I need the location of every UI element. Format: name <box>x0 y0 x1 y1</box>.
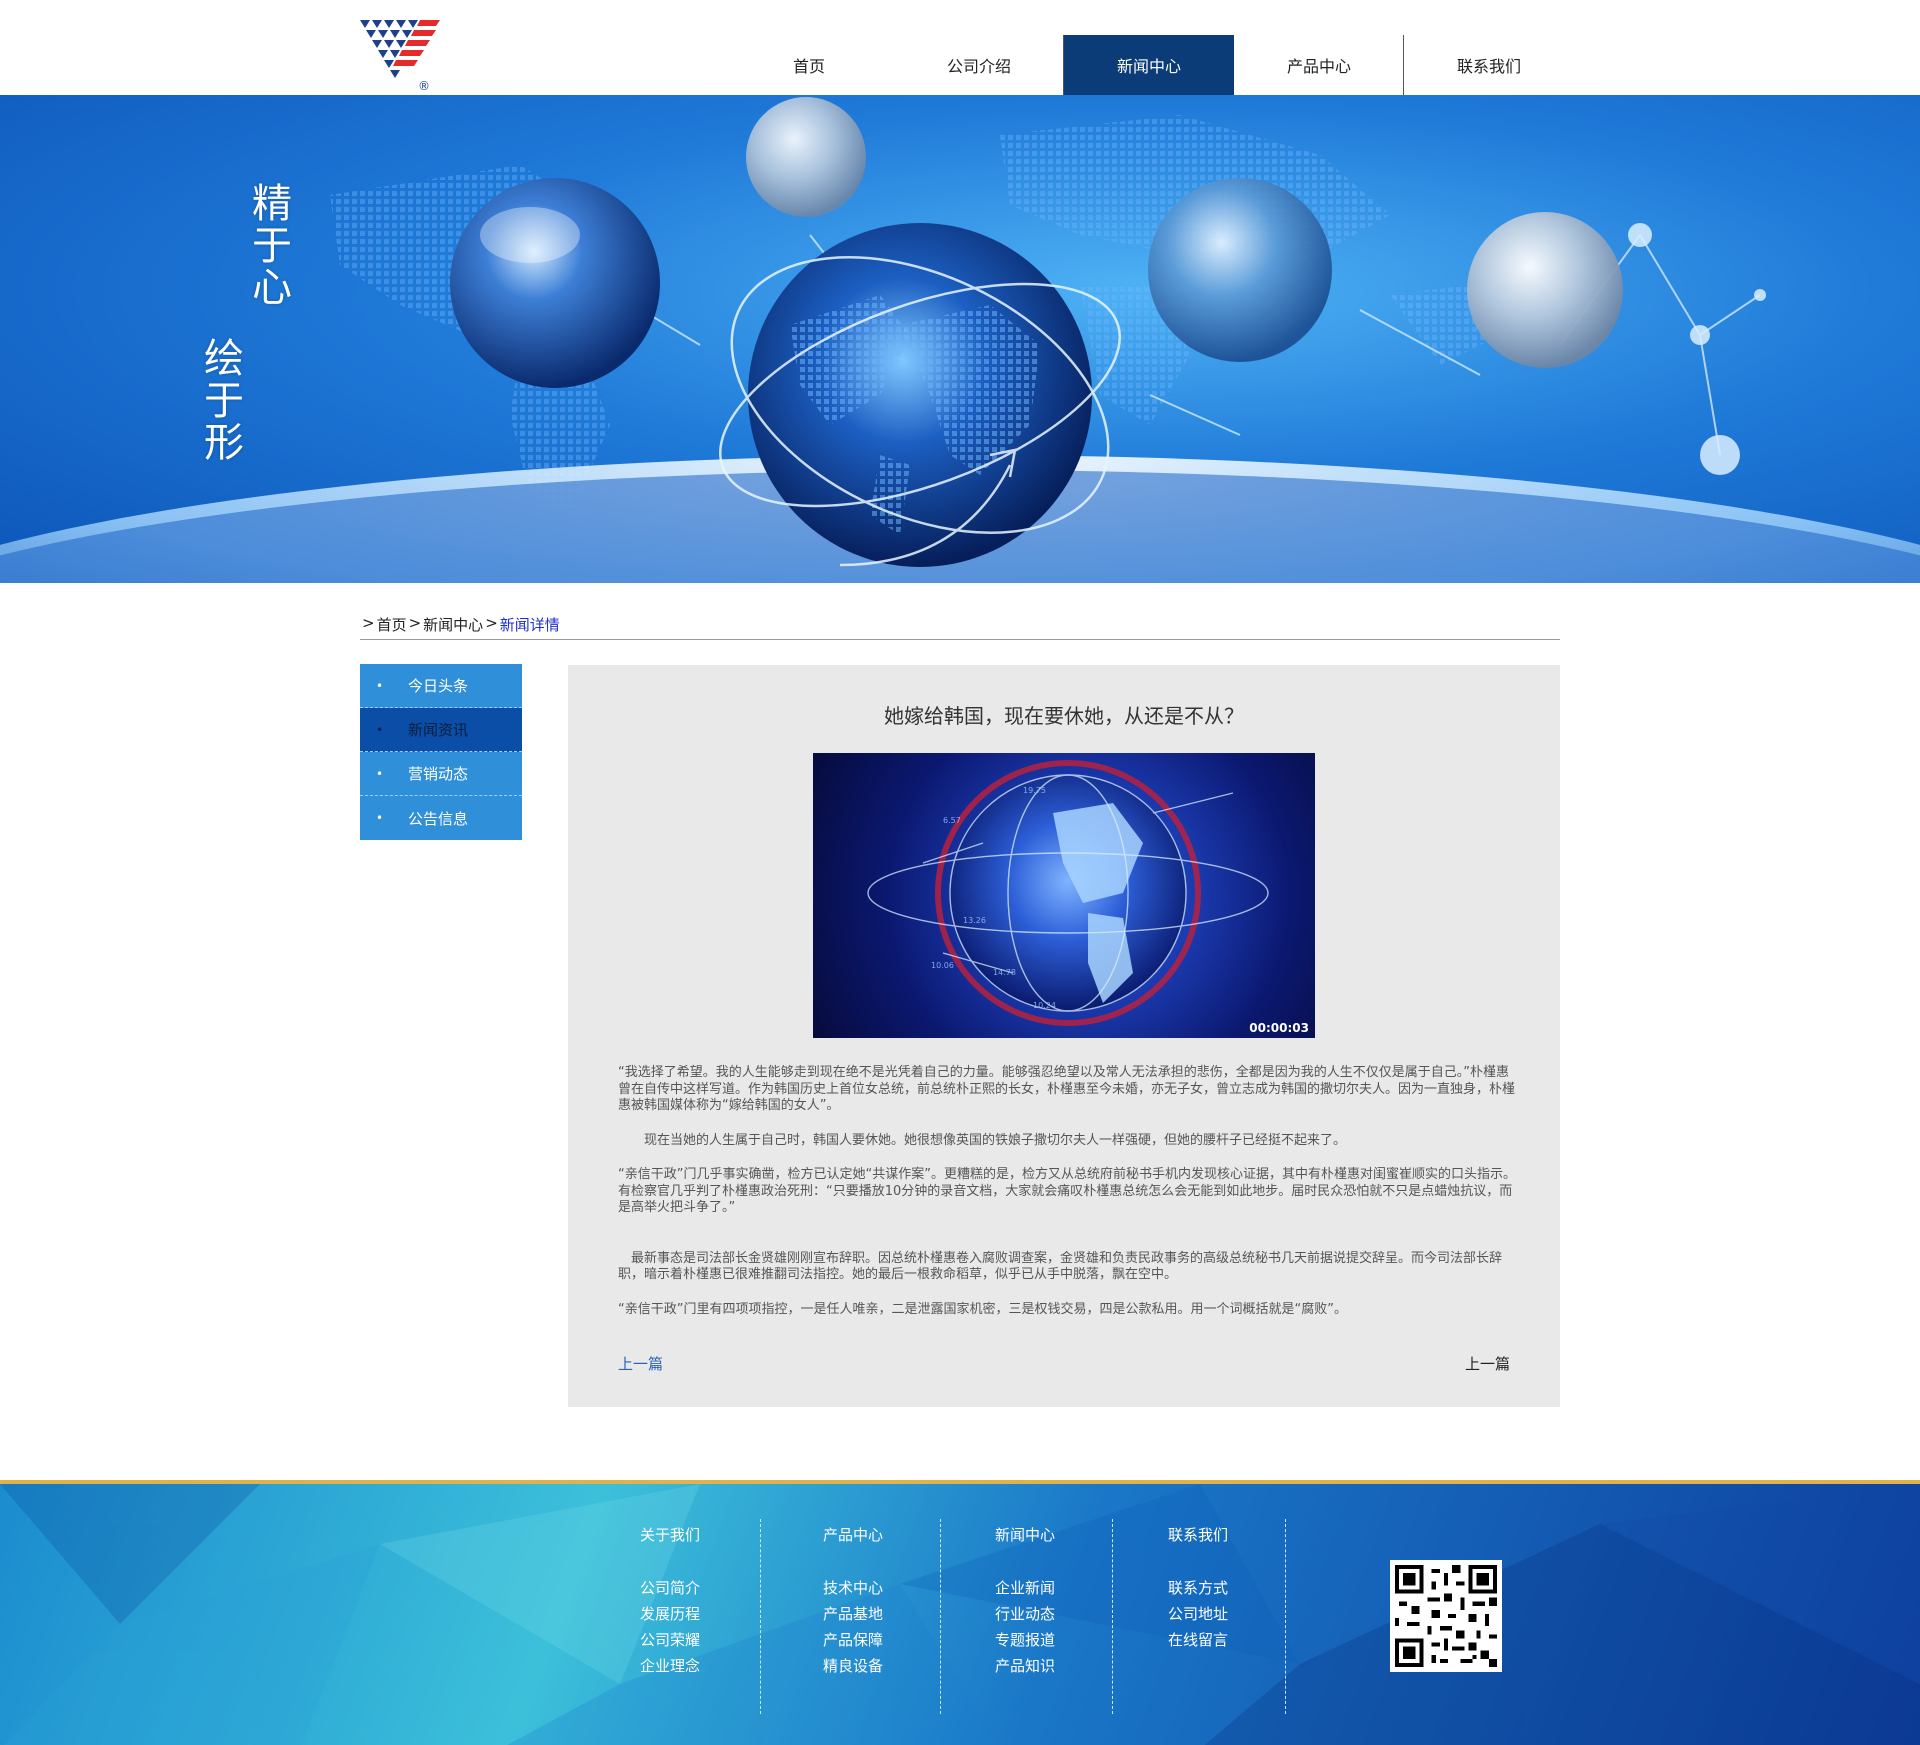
sidebar-item-announcements[interactable]: • 公告信息 <box>360 796 522 840</box>
breadcrumb-separator: > <box>485 614 498 632</box>
article-paragraph: “亲信干政”门里有四项项指控，一是任人唯亲，二是泄露国家机密，三是权钱交易，四是… <box>618 1301 1347 1317</box>
footer-link[interactable]: 公司荣耀 <box>640 1627 810 1653</box>
footer-column-news: 新闻中心 企业新闻 行业动态 专题报道 产品知识 <box>995 1524 1165 1679</box>
banner-slogan-1: 精于心 <box>252 181 292 311</box>
footer-link[interactable]: 企业新闻 <box>995 1575 1165 1601</box>
sidebar-item-label: 今日头条 <box>408 677 469 695</box>
banner-slogan-2: 绘于形 <box>204 336 244 466</box>
footer-link[interactable]: 发展历程 <box>640 1601 810 1627</box>
footer-divider <box>1112 1519 1113 1714</box>
company-logo[interactable]: ® <box>360 18 442 96</box>
footer-link[interactable]: 技术中心 <box>823 1575 993 1601</box>
article-title: 她嫁给韩国，现在要休她，从还是不从？ <box>884 704 1244 728</box>
footer-column-contact: 联系我们 联系方式 公司地址 在线留言 <box>1168 1524 1338 1653</box>
nav-news-center[interactable]: 新闻中心 <box>1064 35 1234 95</box>
footer-divider <box>940 1519 941 1714</box>
svg-text:®: ® <box>418 79 430 93</box>
bullet-icon: • <box>376 811 384 825</box>
footer-divider <box>760 1519 761 1714</box>
svg-text:14.78: 14.78 <box>993 968 1016 977</box>
svg-text:13.26: 13.26 <box>963 916 986 925</box>
footer-link[interactable]: 产品知识 <box>995 1653 1165 1679</box>
next-article-link[interactable]: 上一篇 <box>1465 1353 1510 1374</box>
globe-illustration: 6.57 19.75 13.26 10.06 14.78 10.24 <box>867 760 1269 1026</box>
footer-divider <box>1285 1519 1286 1714</box>
footer-link[interactable]: 行业动态 <box>995 1601 1165 1627</box>
sidebar-item-headlines[interactable]: • 今日头条 <box>360 664 522 708</box>
video-timestamp: 00:00:03 <box>1249 1021 1309 1035</box>
svg-text:19.75: 19.75 <box>1023 786 1046 795</box>
footer-link[interactable]: 联系方式 <box>1168 1575 1338 1601</box>
article-paragraph: “亲信干政”门几乎事实确凿，检方已认定她“共谋作案”。更糟糕的是，检方又从总统府… <box>618 1167 1516 1215</box>
sidebar-item-news[interactable]: • 新闻资讯 <box>360 708 522 752</box>
article-image: 6.57 19.75 13.26 10.06 14.78 10.24 00:00:03 <box>813 753 1315 1038</box>
breadcrumb-home[interactable]: 首页 <box>377 614 407 635</box>
breadcrumb-separator: > <box>362 614 375 632</box>
footer-link[interactable]: 专题报道 <box>995 1627 1165 1653</box>
prev-article-link[interactable]: 上一篇 <box>618 1353 663 1374</box>
bullet-icon: • <box>376 678 384 693</box>
svg-text:10.06: 10.06 <box>931 961 954 970</box>
footer-column-title[interactable]: 联系我们 <box>1168 1524 1338 1545</box>
breadcrumb-current: 新闻详情 <box>499 616 560 634</box>
footer-link[interactable]: 企业理念 <box>640 1653 810 1679</box>
qr-code <box>1390 1560 1502 1672</box>
footer-link[interactable]: 公司地址 <box>1168 1601 1338 1627</box>
article-paragraph: “我选择了希望。我的人生能够走到现在绝不是光凭着自己的力量。能够强忍绝望以及常人… <box>618 1065 1516 1113</box>
nav-company-intro[interactable]: 公司介绍 <box>894 35 1064 95</box>
svg-text:10.24: 10.24 <box>1033 1001 1056 1010</box>
footer-column-about: 关于我们 公司简介 发展历程 公司荣耀 企业理念 <box>640 1524 810 1679</box>
sidebar-item-label: 营销动态 <box>408 765 469 783</box>
footer-column-title[interactable]: 新闻中心 <box>995 1524 1165 1545</box>
footer-link[interactable]: 精良设备 <box>823 1653 993 1679</box>
footer-column-title[interactable]: 关于我们 <box>640 1524 810 1545</box>
footer-column-products: 产品中心 技术中心 产品基地 产品保障 精良设备 <box>823 1524 993 1679</box>
nav-home[interactable]: 首页 <box>724 35 894 95</box>
hero-banner: 精于心 绘于形 <box>0 95 1920 583</box>
site-footer: 关于我们 公司简介 发展历程 公司荣耀 企业理念 产品中心 技术中心 产品基地 … <box>0 1480 1920 1745</box>
site-header: ® 首页 公司介绍 新闻中心 产品中心 联系我们 <box>0 0 1920 95</box>
footer-column-title[interactable]: 产品中心 <box>823 1524 993 1545</box>
article-paragraph: 最新事态是司法部长金贤雄刚刚宣布辞职。因总统朴槿惠卷入腐败调查案，金贤雄和负责民… <box>618 1250 1503 1283</box>
breadcrumb-news-center[interactable]: 新闻中心 <box>423 614 483 635</box>
news-sidebar: • 今日头条 • 新闻资讯 • 营销动态 • 公告信息 <box>360 664 522 840</box>
main-nav: 首页 公司介绍 新闻中心 产品中心 联系我们 <box>724 35 1574 95</box>
bullet-icon: • <box>376 766 384 781</box>
sidebar-item-label: 公告信息 <box>408 809 469 828</box>
qr-code-icon <box>1395 1565 1497 1667</box>
nav-product-center[interactable]: 产品中心 <box>1234 35 1404 95</box>
footer-link[interactable]: 公司简介 <box>640 1575 810 1601</box>
bullet-icon: • <box>376 722 384 737</box>
footer-link[interactable]: 产品保障 <box>823 1627 993 1653</box>
nav-contact-us[interactable]: 联系我们 <box>1404 35 1574 95</box>
footer-link[interactable]: 在线留言 <box>1168 1627 1338 1653</box>
article-paragraph: 现在当她的人生属于自己时，韩国人要休她。她很想像英国的铁娘子撒切尔夫人一样强硬，… <box>618 1132 1347 1148</box>
banner-graphic <box>0 97 1920 583</box>
breadcrumb: > 首页 > 新闻中心 > 新闻详情 <box>360 614 1560 640</box>
breadcrumb-separator: > <box>408 614 422 632</box>
sidebar-item-marketing[interactable]: • 营销动态 <box>360 752 522 796</box>
article-panel: 她嫁给韩国，现在要休她，从还是不从？ 6.57 19.75 13.26 10.0… <box>568 665 1560 1407</box>
article-body: “我选择了希望。我的人生能够走到现在绝不是光凭着自己的力量。能够强忍绝望以及常人… <box>618 1065 1518 1336</box>
footer-link[interactable]: 产品基地 <box>823 1601 993 1627</box>
svg-text:6.57: 6.57 <box>943 816 961 825</box>
sidebar-item-label: 新闻资讯 <box>408 721 469 739</box>
